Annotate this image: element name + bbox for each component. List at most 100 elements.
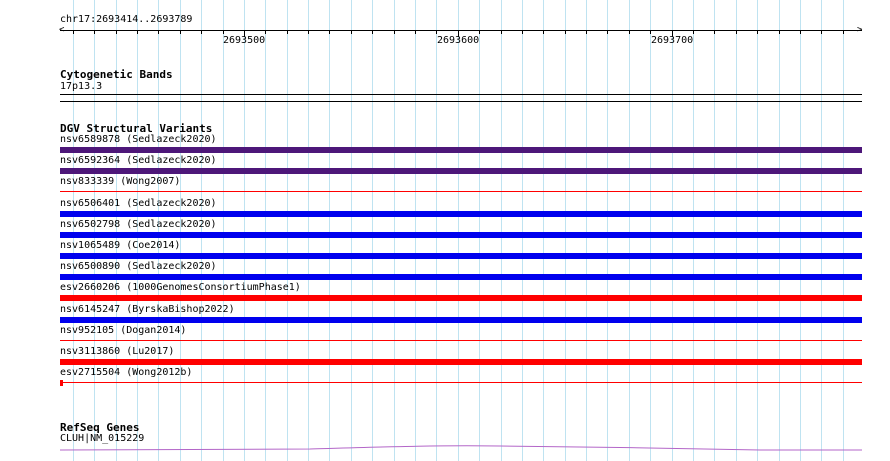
ruler-tick bbox=[821, 31, 822, 34]
grid-line bbox=[736, 0, 737, 461]
ruler-tick bbox=[372, 31, 373, 34]
ruler-tick-label: 2693500 bbox=[223, 35, 266, 46]
dgv-variant-bar[interactable] bbox=[60, 253, 862, 259]
ruler-tick bbox=[94, 31, 95, 34]
dgv-variant-bar[interactable] bbox=[60, 147, 862, 153]
grid-line bbox=[351, 0, 352, 461]
ruler-tick bbox=[586, 31, 587, 34]
dgv-variant-label[interactable]: nsv6589878 (Sedlazeck2020) bbox=[60, 134, 217, 146]
ruler-tick bbox=[116, 31, 117, 34]
grid-line bbox=[287, 0, 288, 461]
dgv-variant-label[interactable]: esv2660206 (1000GenomesConsortiumPhase1) bbox=[60, 282, 301, 294]
dgv-variant-bar[interactable] bbox=[60, 168, 862, 174]
grid-line bbox=[329, 0, 330, 461]
ruler-tick bbox=[757, 31, 758, 34]
dgv-variant-bar[interactable] bbox=[60, 295, 862, 301]
grid-line bbox=[800, 0, 801, 461]
grid-line bbox=[501, 0, 502, 461]
dgv-variant-start-mark[interactable] bbox=[60, 380, 63, 386]
ruler-tick bbox=[394, 31, 395, 34]
ruler-tick bbox=[265, 31, 266, 34]
ruler-tick bbox=[522, 31, 523, 34]
grid-line bbox=[821, 0, 822, 461]
grid-line bbox=[757, 0, 758, 461]
dgv-variant-label[interactable]: nsv6145247 (ByrskaBishop2022) bbox=[60, 304, 235, 316]
grid-line bbox=[779, 0, 780, 461]
ruler-tick bbox=[287, 31, 288, 34]
dgv-variant-label[interactable]: nsv6506401 (Sedlazeck2020) bbox=[60, 198, 217, 210]
ruler-tick bbox=[415, 31, 416, 34]
ruler-tick bbox=[693, 31, 694, 34]
dgv-variant-label[interactable]: nsv6500890 (Sedlazeck2020) bbox=[60, 261, 217, 273]
grid-line bbox=[394, 0, 395, 461]
grid-line bbox=[265, 0, 266, 461]
ruler-tick bbox=[501, 31, 502, 34]
grid-line bbox=[843, 0, 844, 461]
dgv-variant-bar[interactable] bbox=[60, 211, 862, 217]
grid-line bbox=[522, 0, 523, 461]
ruler-tick-label: 2693600 bbox=[437, 35, 480, 46]
ruler-tick bbox=[565, 31, 566, 34]
ruler-tick bbox=[629, 31, 630, 34]
genome-browser-view: chr17:2693414..2693789 < > 2693500269360… bbox=[0, 0, 890, 461]
cytoband-label[interactable]: 17p13.3 bbox=[60, 81, 102, 93]
ruler-tick bbox=[351, 31, 352, 34]
grid-line bbox=[672, 0, 673, 461]
grid-line bbox=[415, 0, 416, 461]
grid-line bbox=[543, 0, 544, 461]
grid-line bbox=[479, 0, 480, 461]
grid-line bbox=[372, 0, 373, 461]
track-title-cytobands[interactable]: Cytogenetic Bands bbox=[60, 68, 173, 81]
dgv-variant-label[interactable]: nsv3113860 (Lu2017) bbox=[60, 346, 174, 358]
grid-line bbox=[436, 0, 437, 461]
ruler-tick bbox=[714, 31, 715, 34]
cytoband-track-line[interactable] bbox=[60, 94, 862, 95]
ruler-tick bbox=[73, 31, 74, 34]
ruler-tick bbox=[779, 31, 780, 34]
grid-line bbox=[693, 0, 694, 461]
dgv-variant-label[interactable]: nsv833339 (Wong2007) bbox=[60, 176, 180, 188]
ruler-tick bbox=[223, 31, 224, 34]
gene-coverage-line[interactable] bbox=[60, 445, 862, 451]
grid-line bbox=[714, 0, 715, 461]
dgv-variant-line[interactable] bbox=[60, 340, 862, 341]
ruler-tick bbox=[736, 31, 737, 34]
ruler-tick bbox=[308, 31, 309, 34]
grid-line bbox=[223, 0, 224, 461]
ruler-tick bbox=[137, 31, 138, 34]
ruler-tick bbox=[607, 31, 608, 34]
grid-line bbox=[629, 0, 630, 461]
dgv-variant-bar[interactable] bbox=[60, 274, 862, 280]
dgv-variant-label[interactable]: nsv1065489 (Coe2014) bbox=[60, 240, 180, 252]
refseq-gene-feature[interactable] bbox=[60, 440, 862, 454]
grid-line bbox=[565, 0, 566, 461]
grid-line bbox=[586, 0, 587, 461]
ruler-tick bbox=[650, 31, 651, 34]
dgv-variant-line[interactable] bbox=[60, 191, 862, 192]
ruler-tick bbox=[201, 31, 202, 34]
dgv-variant-label[interactable]: nsv6502798 (Sedlazeck2020) bbox=[60, 219, 217, 231]
ruler-tick-label: 2693700 bbox=[651, 35, 694, 46]
dgv-variant-bar[interactable] bbox=[60, 317, 862, 323]
grid-line bbox=[607, 0, 608, 461]
dgv-variant-bar[interactable] bbox=[60, 359, 862, 365]
ruler-tick bbox=[180, 31, 181, 34]
grid-line bbox=[458, 0, 459, 461]
ruler-tick bbox=[800, 31, 801, 34]
dgv-variant-bar[interactable] bbox=[60, 232, 862, 238]
grid-line bbox=[308, 0, 309, 461]
grid-line bbox=[650, 0, 651, 461]
ruler-tick bbox=[158, 31, 159, 34]
dgv-variant-label[interactable]: esv2715504 (Wong2012b) bbox=[60, 367, 192, 379]
ruler-tick bbox=[329, 31, 330, 34]
cytoband-track-line[interactable] bbox=[60, 101, 862, 102]
dgv-variant-label[interactable]: nsv6592364 (Sedlazeck2020) bbox=[60, 155, 217, 167]
ruler-tick bbox=[543, 31, 544, 34]
ruler-coordinates: chr17:2693414..2693789 bbox=[60, 14, 193, 25]
ruler-tick bbox=[436, 31, 437, 34]
dgv-variant-line[interactable] bbox=[60, 382, 862, 383]
dgv-variant-label[interactable]: nsv952105 (Dogan2014) bbox=[60, 325, 186, 337]
ruler-tick bbox=[843, 31, 844, 34]
grid-line bbox=[244, 0, 245, 461]
ruler-tick bbox=[479, 31, 480, 34]
